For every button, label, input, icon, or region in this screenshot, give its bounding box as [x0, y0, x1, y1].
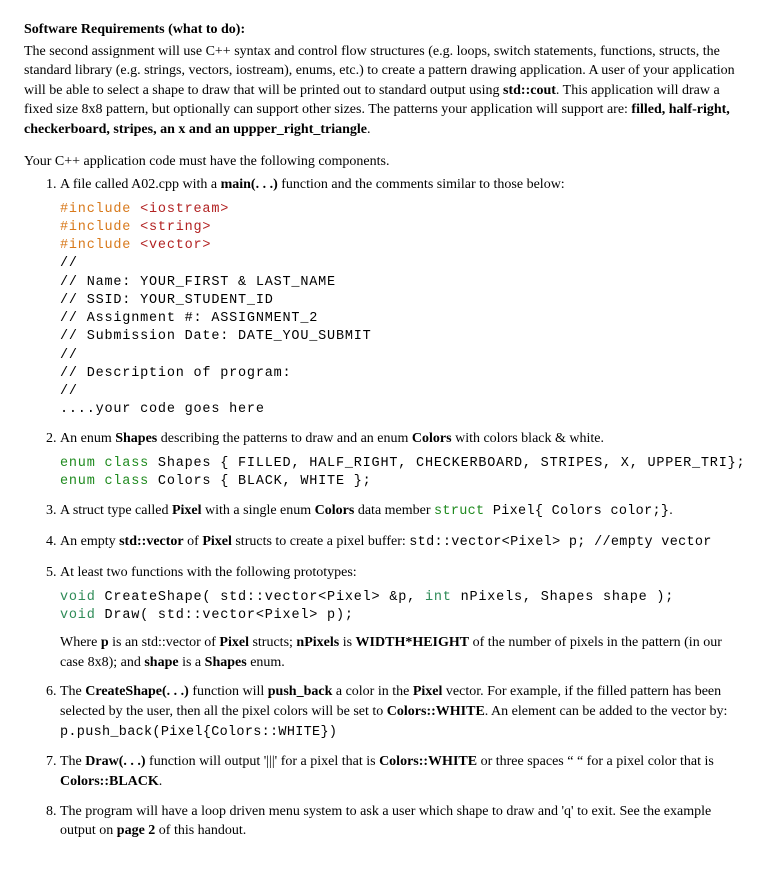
code-token: <string> — [140, 220, 211, 235]
section-heading: Software Requirements (what to do): — [24, 20, 743, 40]
code-block-1: #include <iostream> #include <string> #i… — [60, 201, 743, 420]
list-item: The Draw(. . .) function will output '||… — [60, 752, 743, 791]
list-item: A file called A02.cpp with a main(. . .)… — [60, 175, 743, 419]
requirements-list: A file called A02.cpp with a main(. . .)… — [24, 175, 743, 841]
list-item: A struct type called Pixel with a single… — [60, 501, 743, 522]
list-item: An empty std::vector of Pixel structs to… — [60, 532, 743, 553]
code-token: nPixels, Shapes shape ); — [461, 590, 675, 605]
code-token: #include — [60, 202, 140, 217]
code-token: void — [60, 590, 105, 605]
code-token: enum class — [60, 456, 158, 471]
list-item: At least two functions with the followin… — [60, 563, 743, 672]
code-token: CreateShape( std::vector<Pixel> &p, — [105, 590, 425, 605]
code-line: // Submission Date: DATE_YOU_SUBMIT — [60, 329, 372, 344]
item-text: A struct type called Pixel with a single… — [60, 501, 743, 522]
code-token: <iostream> — [140, 202, 229, 217]
intro-paragraph: The second assignment will use C++ synta… — [24, 42, 743, 140]
item-text: An enum Shapes describing the patterns t… — [60, 429, 743, 449]
code-line: // Assignment #: ASSIGNMENT_2 — [60, 311, 318, 326]
code-line: // Name: YOUR_FIRST & LAST_NAME — [60, 275, 336, 290]
code-token: enum class — [60, 474, 158, 489]
code-line: // SSID: YOUR_STUDENT_ID — [60, 293, 274, 308]
code-token: int — [425, 590, 461, 605]
code-line: // — [60, 348, 78, 363]
item-note: Where p is an std::vector of Pixel struc… — [60, 633, 743, 672]
code-line: // Description of program: — [60, 366, 291, 381]
item-text: The CreateShape(. . .) function will pus… — [60, 682, 743, 742]
code-line: // — [60, 256, 78, 271]
code-line: // — [60, 384, 78, 399]
list-item: The CreateShape(. . .) function will pus… — [60, 682, 743, 742]
item-text: The Draw(. . .) function will output '||… — [60, 752, 743, 791]
item-text: At least two functions with the followin… — [60, 563, 743, 583]
code-token: <vector> — [140, 238, 211, 253]
code-line: ....your code goes here — [60, 402, 265, 417]
code-token: void — [60, 608, 105, 623]
list-item: The program will have a loop driven menu… — [60, 802, 743, 841]
lead-in-text: Your C++ application code must have the … — [24, 152, 743, 172]
list-item: An enum Shapes describing the patterns t… — [60, 429, 743, 491]
code-token: #include — [60, 220, 140, 235]
code-token: Draw( std::vector<Pixel> p); — [105, 608, 354, 623]
item-text: A file called A02.cpp with a main(. . .)… — [60, 175, 743, 195]
code-block-2: enum class Shapes { FILLED, HALF_RIGHT, … — [60, 455, 743, 491]
code-token: Colors { BLACK, WHITE }; — [158, 474, 372, 489]
code-block-5: void CreateShape( std::vector<Pixel> &p,… — [60, 589, 743, 625]
item-text: An empty std::vector of Pixel structs to… — [60, 532, 743, 553]
item-text: The program will have a loop driven menu… — [60, 802, 743, 841]
code-token: Shapes { FILLED, HALF_RIGHT, CHECKERBOAR… — [158, 456, 746, 471]
code-token: #include — [60, 238, 140, 253]
